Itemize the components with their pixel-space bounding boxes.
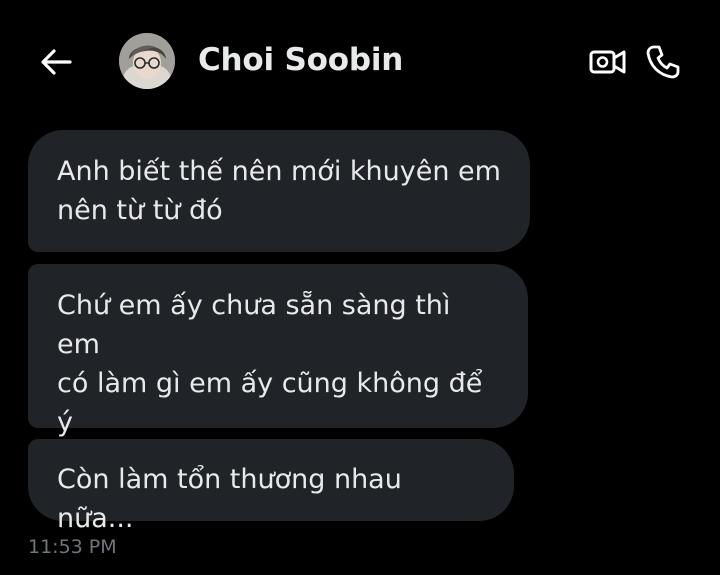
- back-button[interactable]: [36, 44, 76, 80]
- phone-icon: [646, 45, 680, 79]
- contact-name[interactable]: Choi Soobin: [198, 42, 403, 78]
- conversation-header: Choi Soobin: [0, 0, 720, 128]
- video-call-icon: [589, 50, 626, 74]
- message-bubble[interactable]: Anh biết thế nên mới khuyên em nên từ từ…: [28, 130, 530, 252]
- message-bubble[interactable]: Còn làm tổn thương nhau nữa...: [28, 439, 514, 534]
- avatar[interactable]: [119, 33, 175, 89]
- message-timestamp: 11:53 PM: [28, 536, 117, 558]
- arrow-left-icon: [41, 49, 72, 75]
- avatar-image: [119, 33, 175, 89]
- message-bubble[interactable]: Chứ em ấy chưa sẵn sàng thì em có làm gì…: [28, 264, 528, 477]
- video-call-button[interactable]: [586, 40, 630, 84]
- phone-call-button[interactable]: [641, 40, 685, 84]
